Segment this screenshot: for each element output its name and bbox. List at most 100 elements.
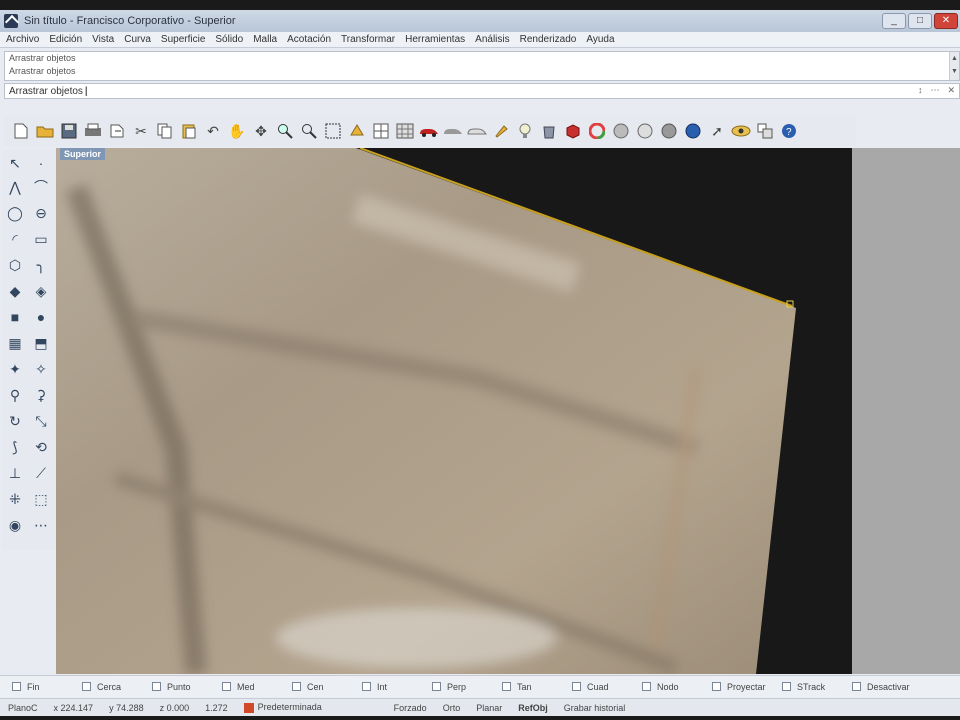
sphere-icon[interactable] bbox=[610, 120, 632, 142]
minimize-button[interactable]: _ bbox=[882, 13, 906, 29]
car-icon[interactable] bbox=[418, 120, 440, 142]
explode-icon[interactable]: ⚳ bbox=[30, 384, 52, 406]
four-views-icon[interactable] bbox=[370, 120, 392, 142]
block-icon[interactable]: ⬚ bbox=[30, 488, 52, 510]
menu-herramientas[interactable]: Herramientas bbox=[405, 34, 465, 45]
mesh-icon[interactable]: ▦ bbox=[4, 332, 26, 354]
menu-vista[interactable]: Vista bbox=[92, 34, 114, 45]
mirror-icon[interactable]: ⟲ bbox=[30, 436, 52, 458]
arc-icon[interactable]: ◜ bbox=[4, 228, 26, 250]
pan-hand-icon[interactable]: ✋ bbox=[226, 120, 248, 142]
extrude-icon[interactable]: ⬒ bbox=[30, 332, 52, 354]
solid-sphere-icon[interactable]: ● bbox=[30, 306, 52, 328]
cut-icon[interactable]: ✂ bbox=[130, 120, 152, 142]
render-globe-icon[interactable]: ◉ bbox=[4, 514, 26, 536]
highlighter-icon[interactable] bbox=[490, 120, 512, 142]
menu-curva[interactable]: Curva bbox=[124, 34, 151, 45]
text-icon[interactable]: ⟋ bbox=[30, 462, 52, 484]
print-icon[interactable] bbox=[82, 120, 104, 142]
menu-analisis[interactable]: Análisis bbox=[475, 34, 509, 45]
point-icon[interactable]: · bbox=[30, 152, 52, 174]
offset-icon[interactable]: ⟆ bbox=[4, 436, 26, 458]
loft-icon[interactable]: ◈ bbox=[30, 280, 52, 302]
osnap-nodo[interactable]: Nodo bbox=[642, 682, 712, 692]
dimension-icon[interactable]: ⊥ bbox=[4, 462, 26, 484]
command-line[interactable]: Arrastrar objetos | ↕ ⋯ ✕ bbox=[4, 83, 960, 99]
rectangle-icon[interactable]: ▭ bbox=[30, 228, 52, 250]
menu-archivo[interactable]: Archivo bbox=[6, 34, 39, 45]
viewport-superior[interactable]: Superior bbox=[56, 148, 852, 674]
menu-renderizado[interactable]: Renderizado bbox=[520, 34, 577, 45]
viewport-label[interactable]: Superior bbox=[60, 148, 106, 160]
trim-icon[interactable]: ✧ bbox=[30, 358, 52, 380]
sphere-outline-icon[interactable] bbox=[634, 120, 656, 142]
group-icon[interactable]: ⁜ bbox=[4, 488, 26, 510]
mode-forzado[interactable]: Forzado bbox=[386, 703, 435, 713]
new-file-icon[interactable] bbox=[10, 120, 32, 142]
osnap-cen[interactable]: Cen bbox=[292, 682, 362, 692]
zoom-extents-icon[interactable] bbox=[322, 120, 344, 142]
boolean-icon[interactable]: ✦ bbox=[4, 358, 26, 380]
command-history[interactable]: Arrastrar objetos Arrastrar objetos ▲ ▼ bbox=[4, 51, 960, 81]
menu-edicion[interactable]: Edición bbox=[49, 34, 82, 45]
command-options-icon[interactable]: ⋯ bbox=[930, 85, 939, 96]
eye-icon[interactable] bbox=[730, 120, 752, 142]
close-button[interactable]: ✕ bbox=[934, 13, 958, 29]
zoom-window-icon[interactable] bbox=[298, 120, 320, 142]
osnap-punto[interactable]: Punto bbox=[152, 682, 222, 692]
osnap-proyectar[interactable]: Proyectar bbox=[712, 682, 782, 692]
import-icon[interactable] bbox=[106, 120, 128, 142]
menu-malla[interactable]: Malla bbox=[253, 34, 277, 45]
mode-planar[interactable]: Planar bbox=[468, 703, 510, 713]
record-history-toggle[interactable]: Grabar historial bbox=[556, 703, 634, 713]
join-icon[interactable]: ⚲ bbox=[4, 384, 26, 406]
maximize-button[interactable]: □ bbox=[908, 13, 932, 29]
rotate-icon[interactable]: ↻ bbox=[4, 410, 26, 432]
osnap-desactivar[interactable]: Desactivar bbox=[852, 682, 922, 692]
surface-icon[interactable]: ◆ bbox=[4, 280, 26, 302]
history-scrollbar[interactable]: ▲ ▼ bbox=[949, 52, 959, 80]
rotate-view-icon[interactable] bbox=[346, 120, 368, 142]
layer-selector[interactable]: Predeterminada bbox=[236, 702, 386, 713]
sphere-grey-icon[interactable] bbox=[658, 120, 680, 142]
scale-icon[interactable]: ⤡ bbox=[30, 410, 52, 432]
open-folder-icon[interactable] bbox=[34, 120, 56, 142]
mode-orto[interactable]: Orto bbox=[435, 703, 469, 713]
zoom-icon[interactable] bbox=[274, 120, 296, 142]
osnap-int[interactable]: Int bbox=[362, 682, 432, 692]
osnap-strack[interactable]: STrack bbox=[782, 682, 852, 692]
command-arrows-icon[interactable]: ↕ bbox=[918, 85, 923, 96]
save-icon[interactable] bbox=[58, 120, 80, 142]
menu-superficie[interactable]: Superficie bbox=[161, 34, 205, 45]
osnap-cuad[interactable]: Cuad bbox=[572, 682, 642, 692]
osnap-med[interactable]: Med bbox=[222, 682, 292, 692]
arrow-icon[interactable]: ➚ bbox=[706, 120, 728, 142]
shaded-icon[interactable] bbox=[442, 120, 464, 142]
more-tools-icon[interactable]: ⋯ bbox=[30, 514, 52, 536]
bucket-icon[interactable] bbox=[538, 120, 560, 142]
osnap-perp[interactable]: Perp bbox=[432, 682, 502, 692]
menu-ayuda[interactable]: Ayuda bbox=[586, 34, 614, 45]
wireframe-icon[interactable] bbox=[466, 120, 488, 142]
fillet-curve-icon[interactable]: ╮ bbox=[30, 254, 52, 276]
osnap-fin[interactable]: Fin bbox=[12, 682, 82, 692]
help-icon[interactable]: ? bbox=[778, 120, 800, 142]
select-arrow-icon[interactable]: ↖ bbox=[4, 152, 26, 174]
menu-solido[interactable]: Sólido bbox=[215, 34, 243, 45]
polyline-icon[interactable]: ⋀ bbox=[4, 176, 26, 198]
copy-icon[interactable] bbox=[154, 120, 176, 142]
osnap-tan[interactable]: Tan bbox=[502, 682, 572, 692]
menu-acotacion[interactable]: Acotación bbox=[287, 34, 331, 45]
undo-icon[interactable]: ↶ bbox=[202, 120, 224, 142]
options-icon[interactable] bbox=[754, 120, 776, 142]
render-icon[interactable] bbox=[562, 120, 584, 142]
menu-transformar[interactable]: Transformar bbox=[341, 34, 395, 45]
mode-refobj[interactable]: RefObj bbox=[510, 703, 556, 713]
globe-icon[interactable] bbox=[682, 120, 704, 142]
curve-icon[interactable]: ⌒ bbox=[30, 176, 52, 198]
light-bulb-icon[interactable] bbox=[514, 120, 536, 142]
color-wheel-icon[interactable] bbox=[586, 120, 608, 142]
polygon-icon[interactable]: ⬡ bbox=[4, 254, 26, 276]
solid-box-icon[interactable]: ■ bbox=[4, 306, 26, 328]
osnap-cerca[interactable]: Cerca bbox=[82, 682, 152, 692]
